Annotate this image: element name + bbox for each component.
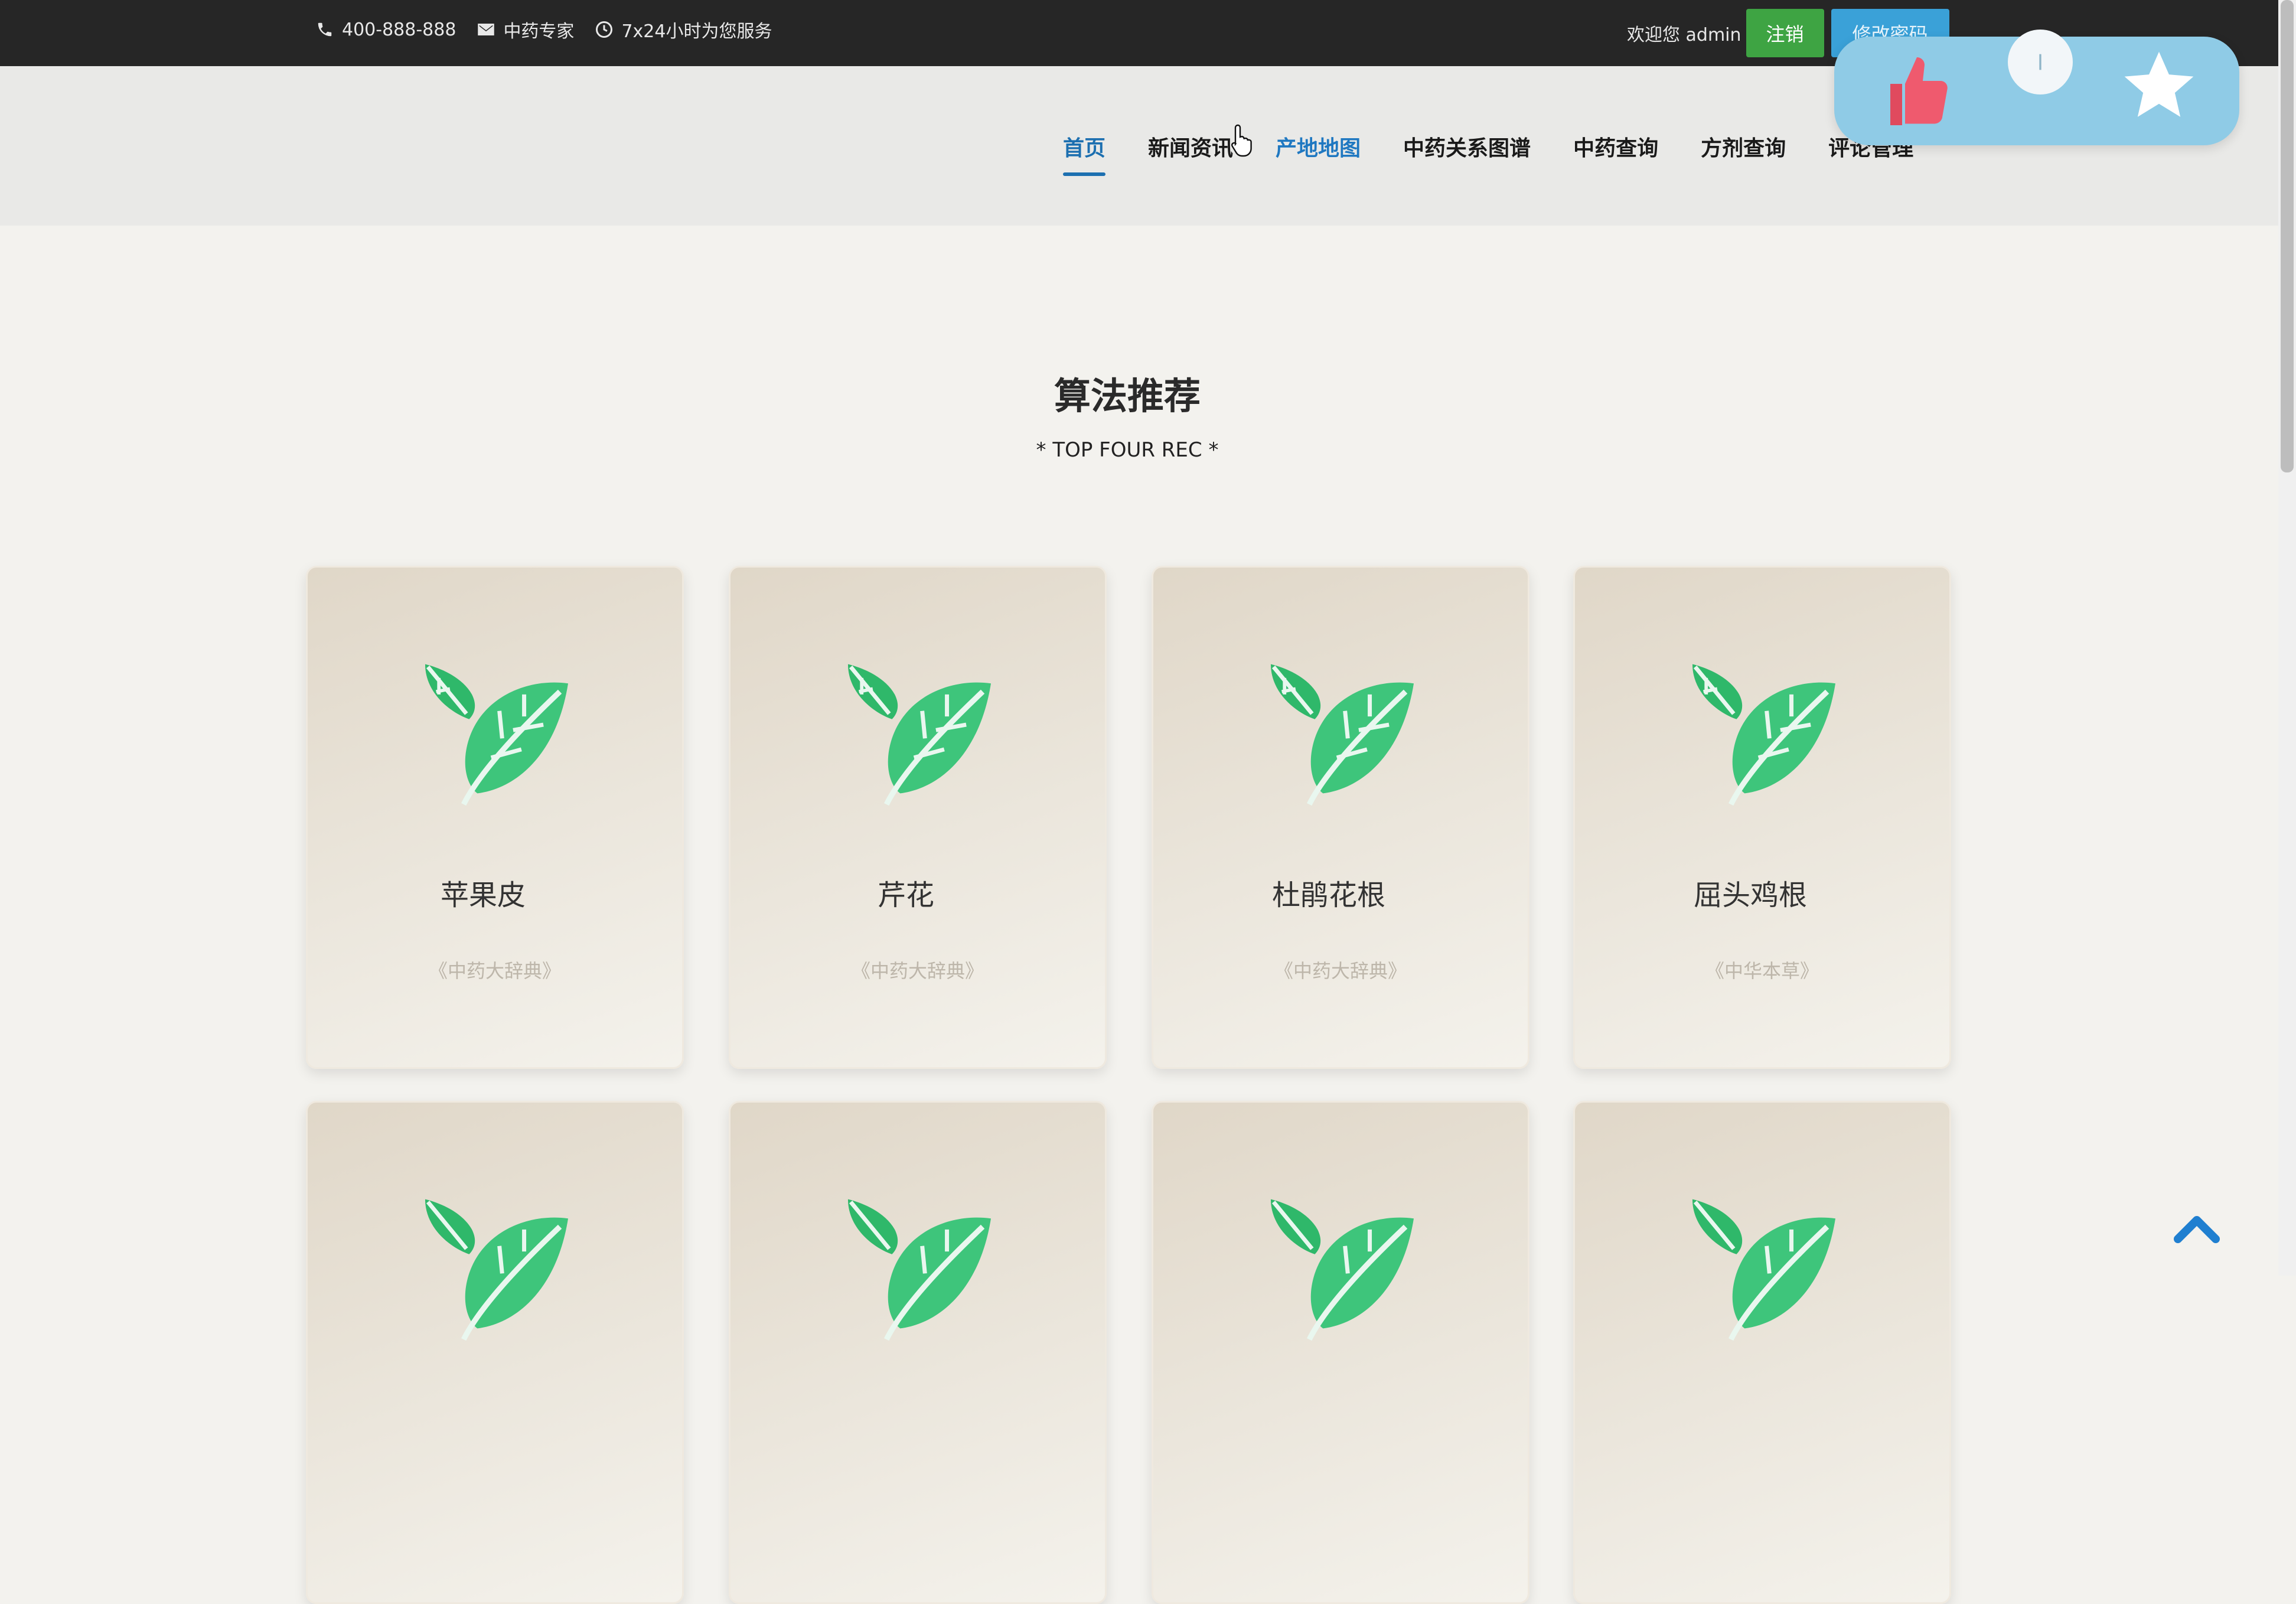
leaf-icon <box>414 653 579 815</box>
nav-label: 方剂查询 <box>1701 136 1786 161</box>
service-label: 7x24小时为您服务 <box>621 21 772 42</box>
main-nav: 首页 新闻资讯 产地地图 中药关系图谱 中药查询 方剂查询 评论管理 <box>1063 131 1956 176</box>
herb-name: 杜鹃花根 <box>1271 879 1385 912</box>
nav-label: 新闻资讯 <box>1148 136 1234 161</box>
welcome-text: 欢迎您 admin <box>1627 25 1741 45</box>
service-info: 7x24小时为您服务 <box>595 17 772 43</box>
leaf-icon <box>414 1188 579 1350</box>
herb-card[interactable]: 苹果皮 《中药大辞典》 <box>306 566 684 1069</box>
expert-info: 中药专家 <box>477 17 574 43</box>
clock-icon <box>595 21 613 38</box>
herb-card[interactable] <box>306 1101 684 1604</box>
page-scrollbar[interactable] <box>2278 0 2296 1276</box>
nav-item-home[interactable]: 首页 <box>1063 131 1106 176</box>
nav-label: 中药关系图谱 <box>1403 136 1531 161</box>
star-icon[interactable] <box>2118 45 2200 130</box>
floating-reaction-badge[interactable] <box>1834 30 2239 145</box>
herb-name: 芹花 <box>877 879 934 912</box>
nav-item-news[interactable]: 新闻资讯 <box>1148 131 1233 162</box>
active-underline <box>1063 172 1106 176</box>
leaf-icon <box>837 653 1002 815</box>
herb-name: 屈头鸡根 <box>1693 879 1807 912</box>
leaf-icon <box>1260 1188 1425 1350</box>
herb-card[interactable] <box>729 1101 1107 1604</box>
logout-button[interactable]: 注销 <box>1746 9 1824 57</box>
mouse-cursor-icon <box>1231 124 1254 159</box>
phone-number: 400-888-888 <box>342 19 456 40</box>
herb-source: 《中药大辞典》 <box>428 960 561 982</box>
nav-item-origin-map[interactable]: 产地地图 <box>1276 131 1361 162</box>
leaf-icon <box>1681 1188 1847 1350</box>
herb-source: 《中药大辞典》 <box>1274 960 1407 982</box>
badge-bubble <box>2008 30 2073 94</box>
herb-card[interactable] <box>1573 1101 1951 1604</box>
phone-info: 400-888-888 <box>316 19 456 40</box>
herb-card[interactable]: 屈头鸡根 《中华本草》 <box>1573 566 1951 1069</box>
scrollbar-thumb[interactable] <box>2281 0 2294 472</box>
nav-item-herb-search[interactable]: 中药查询 <box>1573 131 1658 162</box>
thumbs-up-icon[interactable] <box>1881 48 1952 133</box>
nav-label: 产地地图 <box>1276 136 1361 161</box>
herb-card[interactable] <box>1152 1101 1529 1604</box>
leaf-icon <box>1681 653 1847 815</box>
mail-icon <box>477 22 495 37</box>
nav-item-formula-search[interactable]: 方剂查询 <box>1701 131 1786 162</box>
phone-icon <box>316 21 334 38</box>
expert-label: 中药专家 <box>503 21 575 42</box>
leaf-icon <box>837 1188 1002 1350</box>
contact-info: 400-888-888 中药专家 7x24小时为您服务 <box>316 17 793 43</box>
herb-card[interactable]: 芹花 《中药大辞典》 <box>729 566 1107 1069</box>
herb-source: 《中药大辞典》 <box>851 960 984 982</box>
section-title: 算法推荐 <box>1054 374 1201 418</box>
nav-item-relation-graph[interactable]: 中药关系图谱 <box>1403 131 1531 162</box>
nav-label: 中药查询 <box>1573 136 1659 161</box>
herb-name: 苹果皮 <box>440 879 526 912</box>
leaf-icon <box>1260 653 1425 815</box>
nav-label: 首页 <box>1063 136 1106 161</box>
herb-card[interactable]: 杜鹃花根 《中药大辞典》 <box>1152 566 1529 1069</box>
chevron-up-icon[interactable] <box>2173 1211 2220 1248</box>
section-subtitle: * TOP FOUR REC * <box>1036 438 1219 462</box>
herb-source: 《中华本草》 <box>1705 960 1819 982</box>
